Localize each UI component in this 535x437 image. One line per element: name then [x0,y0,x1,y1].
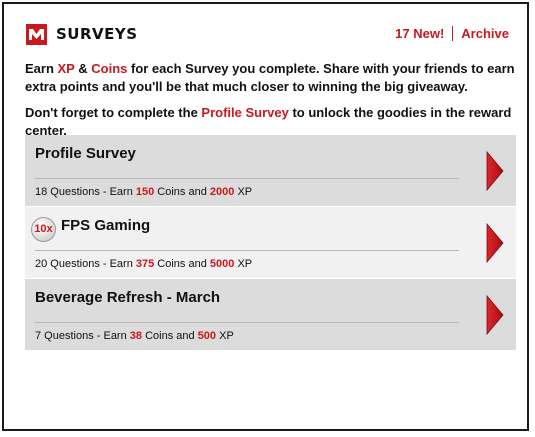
arrow-right-icon[interactable] [486,223,504,263]
survey-xp: 5000 [209,258,235,270]
survey-questions: 18 Questions - Earn [35,186,136,198]
xp-label: XP [234,258,253,270]
arrow-right-icon[interactable] [486,295,504,335]
intro-text-1b: & [74,61,92,76]
arrow-right-icon[interactable] [486,151,504,191]
survey-title: Profile Survey [35,145,136,162]
brand-logo-icon [26,24,47,45]
survey-xp: 500 [197,330,217,342]
link-divider [452,26,454,41]
intro-text-1a: Earn [25,61,58,76]
row-divider [35,250,459,251]
intro-text-2a: Don't forget to complete the [25,105,202,120]
survey-rewards: 18 Questions - Earn 150 Coins and 2000 X… [35,186,252,198]
coins-highlight: Coins [91,61,128,76]
survey-questions: 7 Questions - Earn [35,330,130,342]
survey-row-fps-gaming[interactable]: 10x FPS Gaming 20 Questions - Earn 375 C… [25,207,516,279]
surveys-panel: SURVEYS 17 New! Archive Earn XP & Coins f… [2,2,529,431]
row-divider [35,322,459,323]
survey-title: FPS Gaming [61,217,151,234]
panel-header: SURVEYS 17 New! Archive [24,22,509,48]
survey-row-profile[interactable]: Profile Survey 18 Questions - Earn 150 C… [25,135,516,207]
survey-coins: 38 [129,330,143,342]
header-links: 17 New! Archive [395,26,509,41]
survey-questions: 20 Questions - Earn [35,258,136,270]
intro-paragraph-1: Earn XP & Coins for each Survey you comp… [25,60,525,96]
multiplier-badge: 10x [31,217,56,242]
xp-label: XP [216,330,234,342]
new-surveys-link[interactable]: 17 New! [395,26,444,41]
row-divider [35,178,459,179]
survey-row-beverage-refresh[interactable]: Beverage Refresh - March 7 Questions - E… [25,279,516,351]
coins-label: Coins and [154,258,210,270]
xp-highlight: XP [57,61,75,76]
survey-coins: 150 [135,186,155,198]
survey-rewards: 20 Questions - Earn 375 Coins and 5000 X… [35,258,252,270]
survey-xp: 2000 [209,186,235,198]
profile-survey-link[interactable]: Profile Survey [201,105,288,120]
coins-label: Coins and [154,186,210,198]
survey-coins: 375 [135,258,155,270]
survey-list: Profile Survey 18 Questions - Earn 150 C… [25,135,516,351]
panel-title: SURVEYS [56,25,138,43]
survey-rewards: 7 Questions - Earn 38 Coins and 500 XP [35,330,234,342]
survey-title: Beverage Refresh - March [35,289,221,306]
xp-label: XP [234,186,253,198]
coins-label: Coins and [142,330,198,342]
archive-link[interactable]: Archive [461,26,509,41]
